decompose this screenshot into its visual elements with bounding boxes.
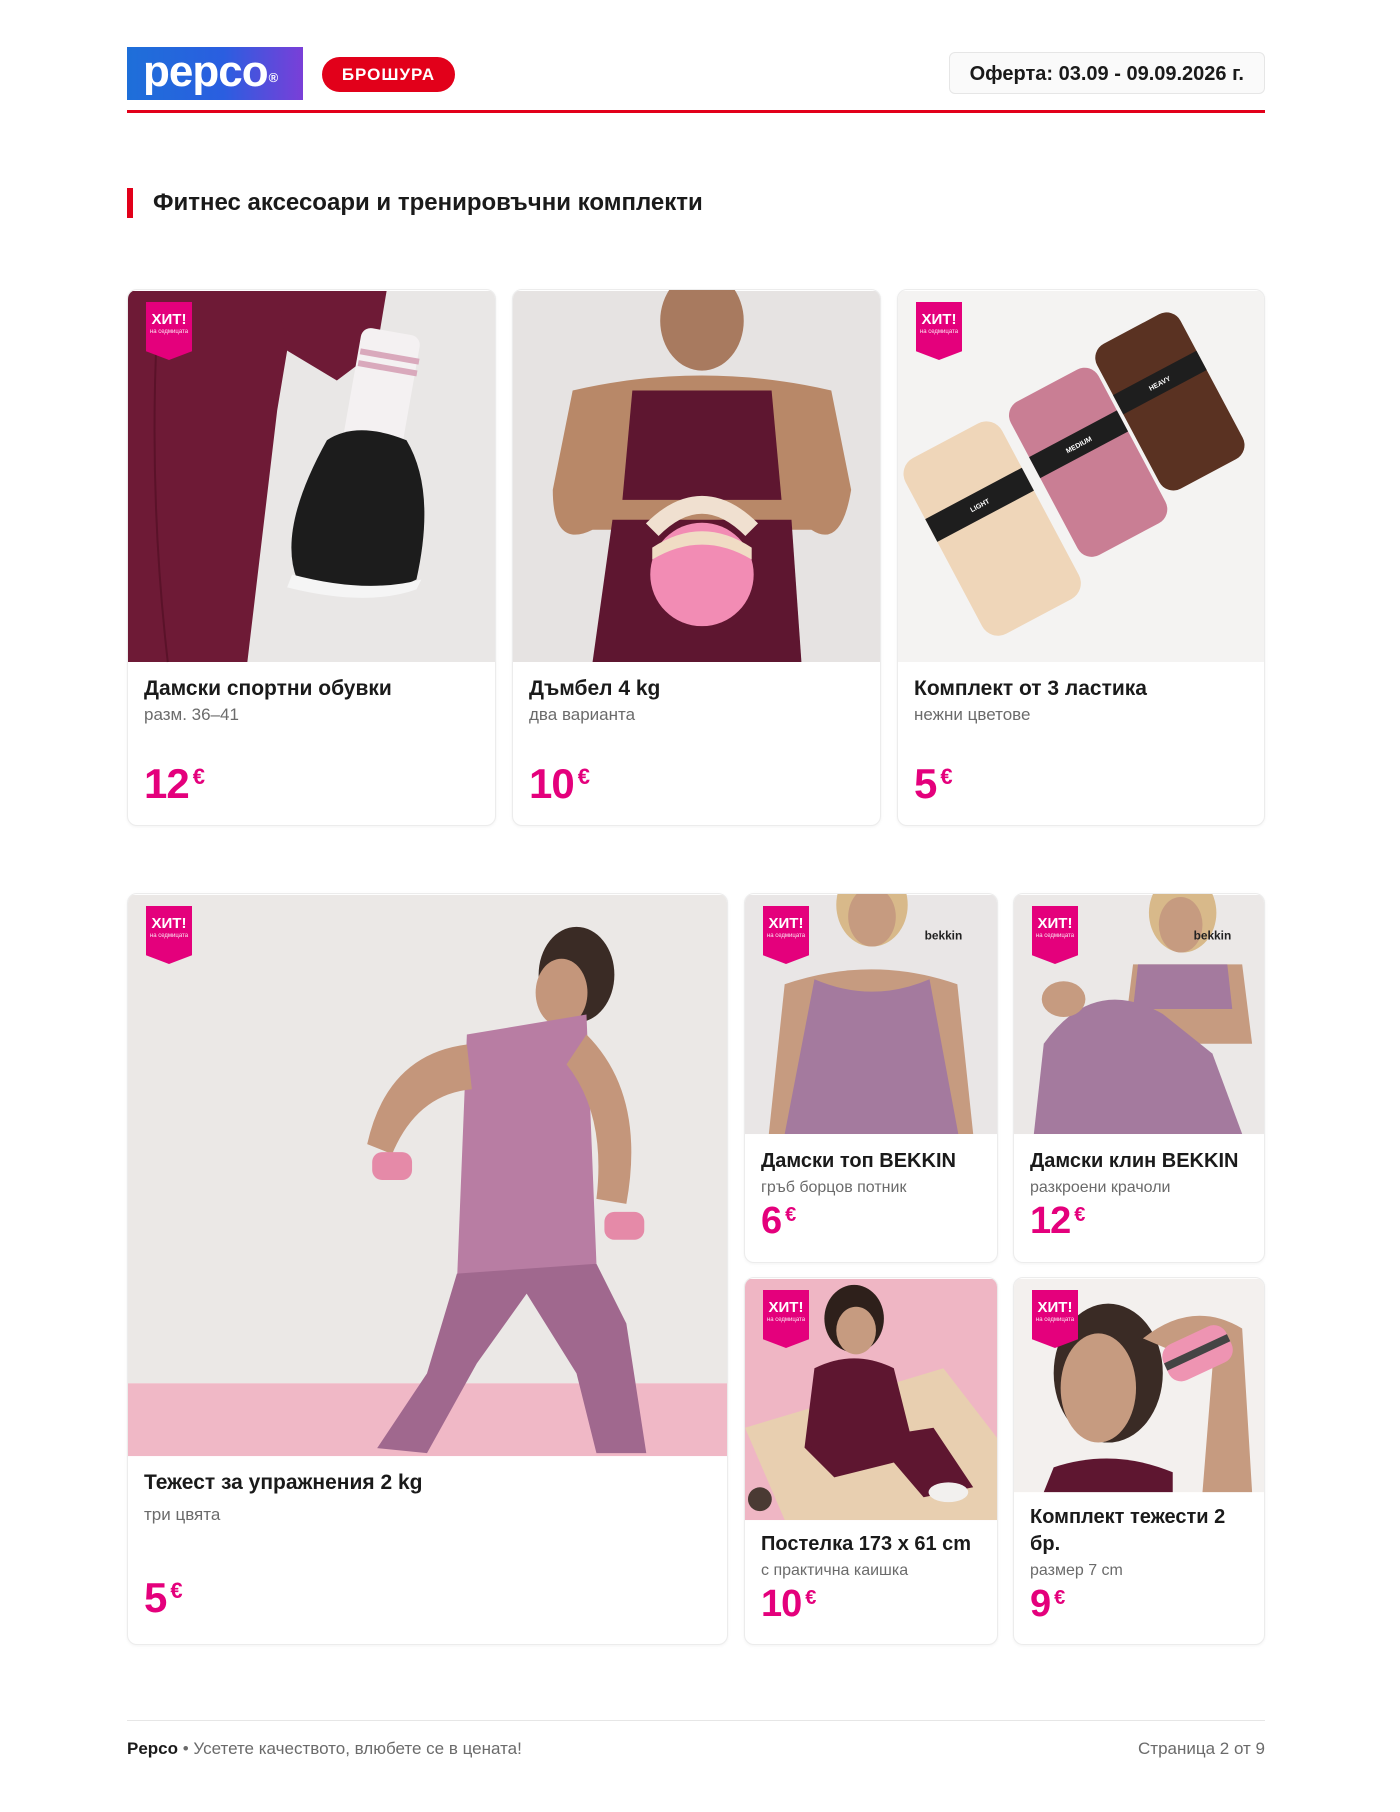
product-price: 10 €	[529, 760, 590, 807]
hit-badge: ХИТ! на седмицата	[763, 906, 809, 964]
section-title: Фитнес аксесоари и тренировъчни комплект…	[127, 188, 703, 218]
page-footer: Pepco • Усетете качеството, влюбете се в…	[127, 1720, 1265, 1770]
product-subtitle: гръб борцов потник	[761, 1179, 907, 1196]
product-name: Постелка 173 x 61 cm	[761, 1533, 972, 1555]
hit-badge: ХИТ! на седмицата	[763, 1290, 809, 1348]
product-subtitle: два варианта	[529, 705, 636, 724]
product-price: 5 €	[144, 1574, 183, 1621]
product-subtitle: с практична каишка	[761, 1562, 909, 1579]
product-name: Тежест за упражнения 2 kg	[144, 1471, 423, 1494]
product-subtitle: три цвята	[144, 1505, 221, 1524]
kettlebell-photo	[513, 290, 880, 662]
product-subtitle: разм. 36–41	[144, 705, 239, 724]
product-price: 5 €	[914, 760, 953, 807]
svg-text:bekkin: bekkin	[925, 929, 963, 943]
page-header: pepco® БРОШУРА Оферта: 03.09 - 09.09.202…	[127, 47, 1265, 113]
product-card-top-bekkin[interactable]: bekkin ХИТ! на седмицата Дамски топ BEKKI…	[744, 893, 998, 1263]
product-name: Комплект от 3 ластика	[914, 677, 1147, 700]
brochure-badge: БРОШУРА	[322, 57, 455, 92]
hit-badge: ХИТ! на седмицата	[916, 302, 962, 360]
pepco-logo[interactable]: pepco®	[127, 47, 303, 100]
hit-badge: ХИТ! на седмицата	[146, 302, 192, 360]
product-name: Комплект тежести 2 бр.	[1030, 1506, 1226, 1555]
footer-tagline: Pepco • Усетете качеството, влюбете се в…	[127, 1739, 522, 1758]
dumbbell-workout-photo	[128, 894, 727, 1457]
product-card-wrist-weights[interactable]: ХИТ! на седмицата Комплект тежести 2 бр. …	[1013, 1277, 1265, 1645]
product-card-leggings-bekkin[interactable]: bekkin ХИТ! на седмицата Дамски клин BEKK…	[1013, 893, 1265, 1263]
product-card-bands[interactable]: LIGHT MEDIUM HEAVY ХИТ! на седмицата Комп…	[897, 289, 1265, 826]
product-card-weight-2kg[interactable]: ХИТ! на седмицата Тежест за упражнения 2 …	[127, 893, 728, 1645]
product-card-kettlebell[interactable]: Дъмбел 4 kg два варианта 10 €	[512, 289, 881, 826]
product-name: Дамски спортни обувки	[144, 677, 392, 700]
product-subtitle: размер 7 cm	[1030, 1562, 1123, 1579]
product-card-mat[interactable]: ХИТ! на седмицата Постелка 173 x 61 cm с …	[744, 1277, 998, 1645]
svg-text:bekkin: bekkin	[1194, 929, 1232, 943]
product-subtitle: разкроени крачоли	[1030, 1179, 1171, 1196]
product-price: 12 €	[1030, 1200, 1086, 1242]
product-name: Дамски клин BEKKIN	[1030, 1150, 1239, 1172]
hit-badge: ХИТ! на седмицата	[1032, 906, 1078, 964]
product-subtitle: нежни цветове	[914, 705, 1031, 724]
hit-badge: ХИТ! на седмицата	[146, 906, 192, 964]
product-name: Дамски топ BEKKIN	[761, 1150, 956, 1172]
product-card-sneakers[interactable]: ХИТ! на седмицата Дамски спортни обувки р…	[127, 289, 496, 826]
product-price: 12 €	[144, 760, 205, 807]
hit-badge: ХИТ! на седмицата	[1032, 1290, 1078, 1348]
product-name: Дъмбел 4 kg	[529, 677, 661, 700]
page-number: Страница 2 от 9	[1138, 1739, 1265, 1758]
product-price: 10 €	[761, 1583, 817, 1625]
product-price: 6 €	[761, 1200, 797, 1242]
offer-dates: Оферта: 03.09 - 09.09.2026 г.	[948, 52, 1265, 94]
product-price: 9 €	[1030, 1583, 1066, 1625]
